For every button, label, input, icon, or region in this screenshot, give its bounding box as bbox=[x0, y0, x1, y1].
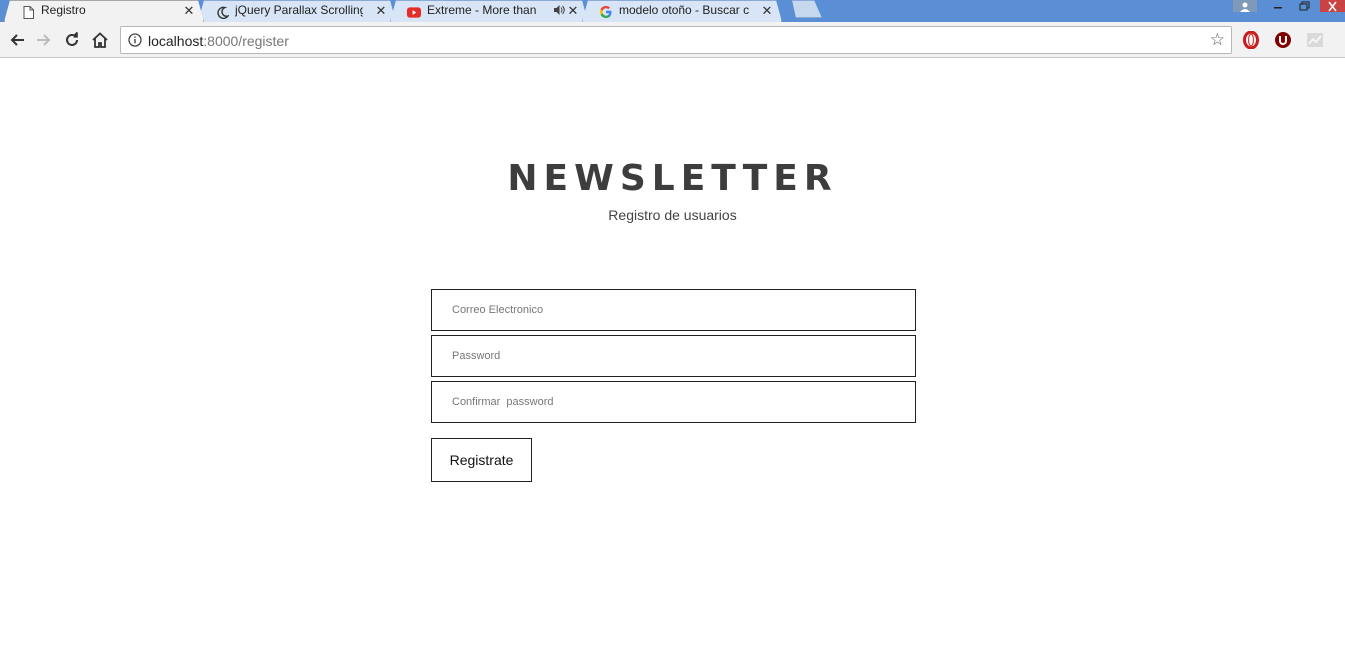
site-info-icon[interactable] bbox=[128, 33, 142, 52]
close-tab-icon[interactable]: ✕ bbox=[183, 3, 195, 19]
restore-button[interactable] bbox=[1294, 0, 1314, 12]
email-field[interactable] bbox=[431, 289, 916, 331]
password-field[interactable] bbox=[431, 335, 916, 377]
ublock-extension-icon[interactable] bbox=[1273, 30, 1293, 50]
moon-icon bbox=[215, 5, 229, 19]
url-text[interactable]: localhost:8000/register bbox=[148, 33, 289, 49]
page-subtitle: Registro de usuarios bbox=[608, 207, 737, 223]
tab-title: Extreme - More than bbox=[427, 3, 537, 17]
youtube-icon bbox=[407, 5, 421, 19]
extension-icon[interactable] bbox=[1305, 30, 1325, 50]
page-icon bbox=[21, 5, 35, 19]
reload-icon[interactable] bbox=[61, 29, 83, 51]
tab-registro[interactable]: Registro ✕ bbox=[4, 0, 204, 22]
close-tab-icon[interactable]: ✕ bbox=[761, 3, 773, 19]
opera-extension-icon[interactable] bbox=[1241, 30, 1261, 50]
new-tab-button[interactable] bbox=[788, 0, 822, 18]
tab-strip: Registro ✕ jQuery Parallax Scrolling ✕ E… bbox=[0, 0, 1345, 22]
tab-youtube-extreme[interactable]: Extreme - More than ✕ bbox=[390, 0, 588, 22]
minimize-button[interactable] bbox=[1268, 0, 1288, 12]
tab-google-search[interactable]: modelo otoño - Buscar c ✕ bbox=[582, 0, 782, 22]
close-tab-icon[interactable]: ✕ bbox=[567, 3, 579, 19]
confirm-password-field[interactable] bbox=[431, 381, 916, 423]
register-button[interactable]: Registrate bbox=[431, 438, 532, 482]
url-path: :8000/register bbox=[203, 33, 289, 49]
url-host: localhost bbox=[148, 33, 204, 49]
close-tab-icon[interactable]: ✕ bbox=[375, 3, 387, 19]
bookmark-star-icon[interactable]: ☆ bbox=[1210, 31, 1225, 49]
profile-button[interactable] bbox=[1233, 0, 1257, 12]
window-close-button[interactable] bbox=[1320, 0, 1345, 12]
google-icon bbox=[599, 5, 613, 19]
tab-jquery-parallax[interactable]: jQuery Parallax Scrolling ✕ bbox=[198, 0, 396, 22]
tab-title: modelo otoño - Buscar c bbox=[619, 3, 750, 17]
tab-title: jQuery Parallax Scrolling bbox=[235, 3, 363, 17]
back-arrow-icon[interactable] bbox=[6, 29, 28, 51]
address-bar[interactable]: localhost:8000/register ☆ bbox=[120, 26, 1232, 54]
browser-toolbar: localhost:8000/register ☆ bbox=[0, 22, 1345, 58]
forward-arrow-icon[interactable] bbox=[33, 29, 55, 51]
home-icon[interactable] bbox=[89, 29, 111, 51]
tab-title: Registro bbox=[41, 3, 86, 17]
page-title: NEWSLETTER bbox=[507, 158, 838, 199]
speaker-icon[interactable] bbox=[553, 4, 565, 18]
